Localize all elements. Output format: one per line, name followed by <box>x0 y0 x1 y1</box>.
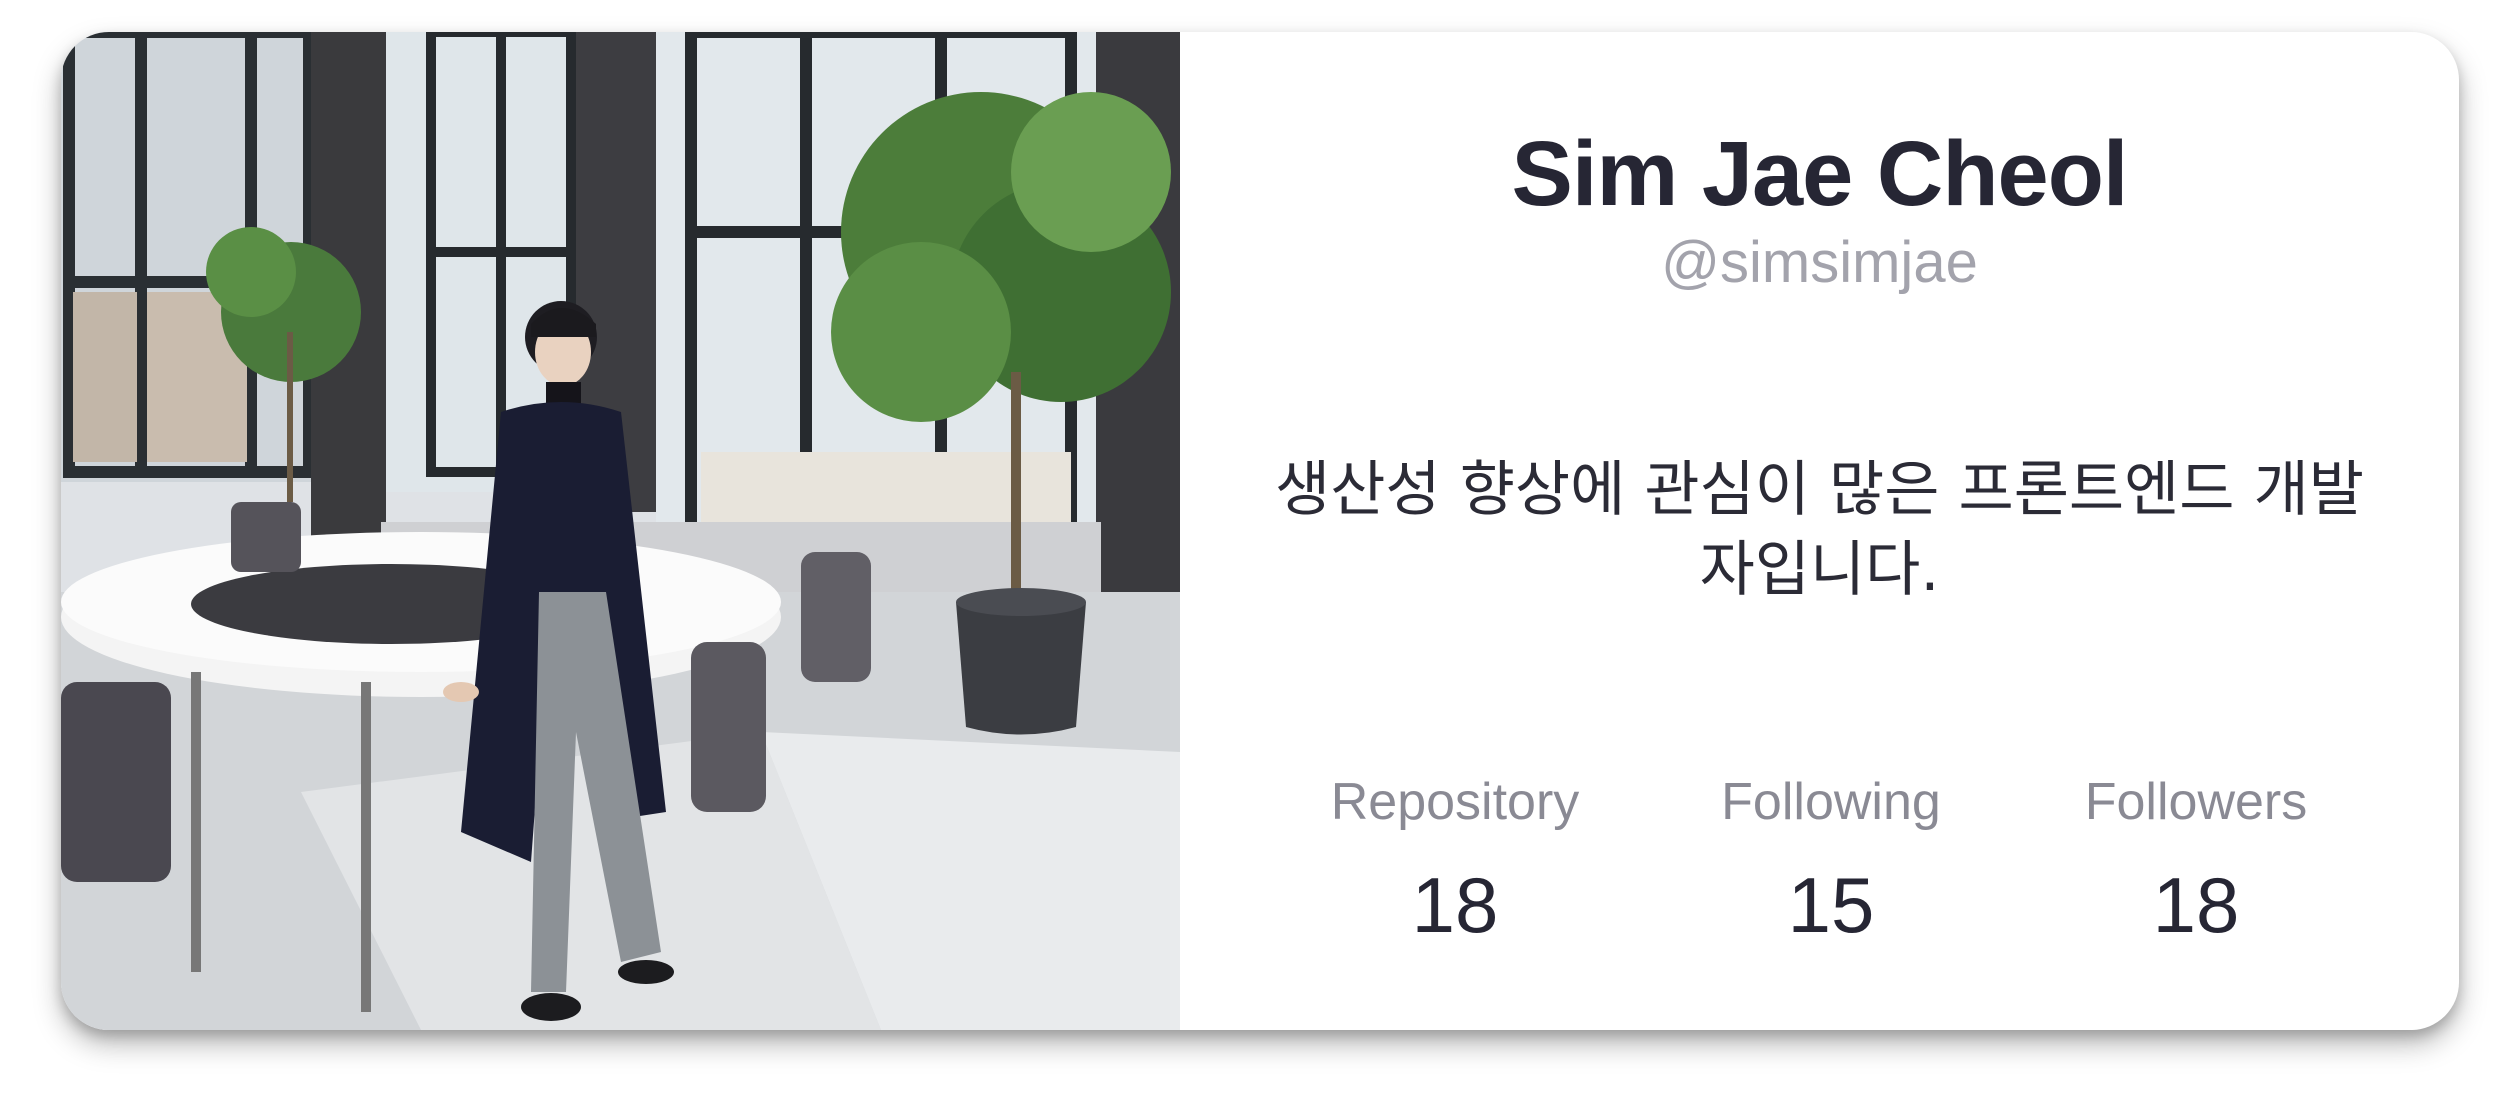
profile-name: Sim Jae Cheol <box>1511 123 2129 225</box>
stat-repository: Repository 18 <box>1245 772 1665 951</box>
stat-label: Repository <box>1330 773 1580 831</box>
stat-followers: Followers 18 <box>1986 772 2406 951</box>
profile-stats: Repository 18 Following 15 Followers 18 <box>1180 772 2459 972</box>
stat-value: 18 <box>2152 861 2240 949</box>
profile-info: Sim Jae Cheol @simsimjae 생산성 향상에 관심이 많은 … <box>1180 32 2459 1030</box>
profile-photo <box>61 32 1180 1030</box>
stat-following: Following 15 <box>1621 772 2041 951</box>
stat-value: 18 <box>1411 861 1499 949</box>
profile-handle: @simsimjae <box>1661 230 1978 295</box>
profile-bio: 생산성 향상에 관심이 많은 프론트엔드 개발자입니다. <box>1275 455 2364 605</box>
stat-value: 15 <box>1787 861 1875 949</box>
stat-label: Following <box>1721 773 1941 831</box>
stat-label: Followers <box>2084 773 2308 831</box>
profile-card: Sim Jae Cheol @simsimjae 생산성 향상에 관심이 많은 … <box>61 32 2459 1030</box>
